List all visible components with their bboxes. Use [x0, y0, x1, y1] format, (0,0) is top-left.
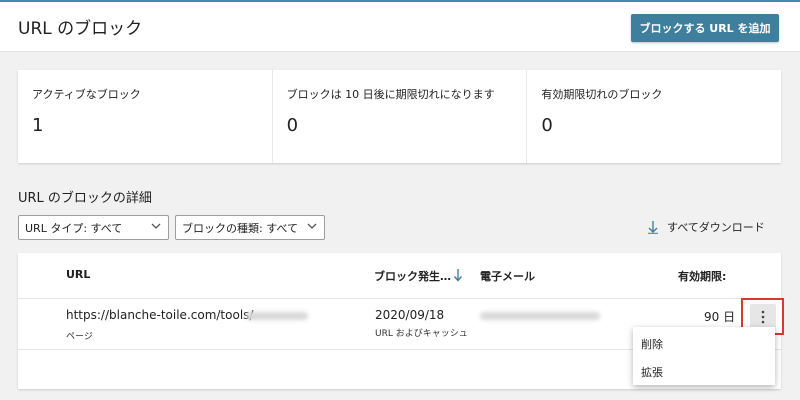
menu-item-delete[interactable]: 削除: [641, 336, 663, 352]
sort-descending-icon[interactable]: [453, 268, 463, 282]
redacted-url-part: [246, 312, 308, 320]
download-all-button[interactable]: すべてダウンロード: [647, 219, 765, 235]
stat-value: 0: [286, 115, 299, 136]
stat-label: ブロックは 10 日後に期限切れになります: [286, 88, 495, 101]
more-vert-icon: [749, 303, 776, 330]
url-type-filter[interactable]: URL タイプ: すべて: [18, 215, 169, 240]
filter-label: URL タイプ: すべて: [25, 221, 123, 235]
add-block-url-button[interactable]: ブロックする URL を追加: [631, 14, 779, 42]
row-url: https://blanche-toile.com/tools/: [66, 308, 254, 322]
row-url-type: ページ: [66, 332, 93, 342]
redacted-email: [480, 312, 600, 320]
stat-label: 有効期限切れのブロック: [541, 88, 663, 101]
section-title: URL のブロックの詳細: [18, 191, 152, 206]
page-title: URL のブロック: [18, 19, 143, 39]
stats-card: アクティブなブロック 1 ブロックは 10 日後に期限切れになります 0 有効期…: [18, 70, 781, 163]
row-block-type: URL およびキャッシュ: [375, 329, 468, 339]
chevron-down-icon: [151, 223, 161, 229]
row-actions-menu: 削除 拡張: [633, 327, 775, 385]
chevron-down-icon: [307, 223, 317, 229]
column-header-expiry[interactable]: 有効期限:: [678, 268, 726, 284]
column-header-block-date[interactable]: ブロック発生…: [374, 268, 451, 284]
column-header-url[interactable]: URL: [66, 268, 90, 281]
download-label: すべてダウンロード: [667, 221, 765, 234]
row-date: 2020/09/18: [375, 308, 445, 322]
stat-value: 1: [32, 115, 44, 136]
stat-expired: 有効期限切れのブロック 0: [527, 70, 781, 163]
header-divider: [18, 298, 781, 299]
row-expiry: 90 日: [704, 310, 736, 324]
download-arrow-icon: [648, 221, 658, 234]
stat-expiring: ブロックは 10 日後に期限切れになります 0: [273, 70, 528, 163]
column-header-email[interactable]: 電子メール: [480, 268, 535, 284]
stat-label: アクティブなブロック: [32, 88, 141, 101]
stat-active: アクティブなブロック 1: [18, 70, 273, 163]
page-header: URL のブロック ブロックする URL を追加: [0, 2, 800, 52]
menu-item-extend[interactable]: 拡張: [641, 364, 663, 380]
block-type-filter[interactable]: ブロックの種類: すべて: [175, 215, 325, 240]
filter-label: ブロックの種類: すべて: [182, 221, 298, 235]
stat-value: 0: [541, 115, 553, 136]
